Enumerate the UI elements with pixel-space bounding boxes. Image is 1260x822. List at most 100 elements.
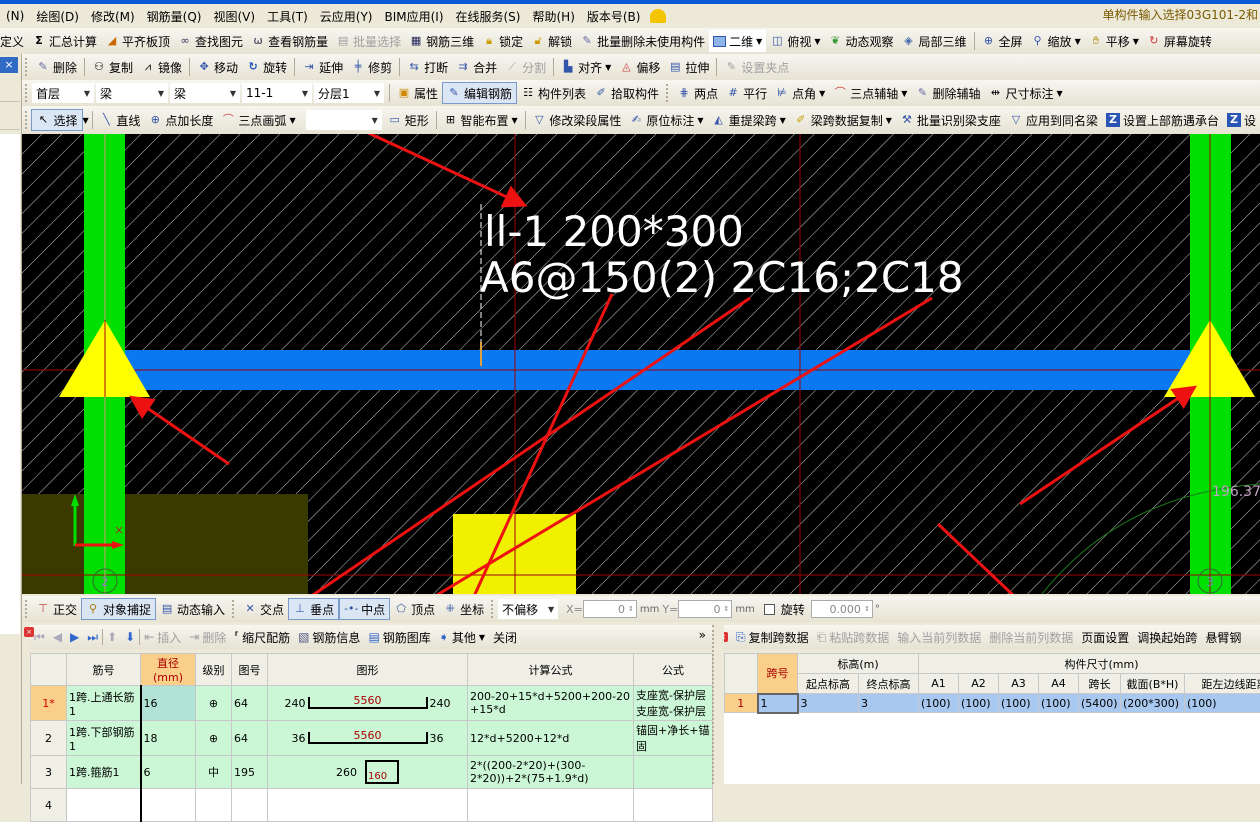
- close-panel-icon[interactable]: ×: [30, 627, 34, 637]
- a3-cell[interactable]: (100): [999, 694, 1039, 713]
- formula-desc-cell[interactable]: 锚固+净长+锚固: [634, 721, 713, 756]
- row-number[interactable]: 4: [31, 789, 67, 822]
- row-number[interactable]: 1: [725, 694, 758, 713]
- rebar-3d-button[interactable]: ▦钢筋三维: [405, 30, 478, 52]
- shape-cell[interactable]: 2405560240: [268, 686, 468, 721]
- nav-tree[interactable]: [0, 134, 20, 634]
- col-header-section[interactable]: 截面(B*H): [1121, 674, 1185, 694]
- parallel-axis-button[interactable]: #平行: [722, 82, 771, 104]
- pan-dropdown[interactable]: ✋︎平移▼: [1085, 30, 1143, 52]
- helmet-icon[interactable]: [650, 9, 666, 23]
- toolbar-grip[interactable]: [25, 58, 29, 76]
- align-slab-top-button[interactable]: ◢平齐板顶: [101, 30, 174, 52]
- rotate-angle-input[interactable]: 0.000⇕: [811, 600, 873, 618]
- formula-desc-cell[interactable]: 支座宽-保护层 支座宽-保护层: [634, 686, 713, 721]
- paste-span-data-button[interactable]: ⎗粘贴跨数据: [813, 629, 894, 646]
- page-setup-button[interactable]: 页面设置: [1077, 629, 1133, 646]
- define-button[interactable]: 定义: [0, 30, 28, 52]
- align-dropdown[interactable]: ▙对齐▼: [557, 56, 615, 78]
- span-length-cell[interactable]: (5400): [1079, 694, 1121, 713]
- dynamic-input-toggle[interactable]: ▤动态输入: [156, 598, 229, 620]
- more-chevron-icon[interactable]: »: [699, 628, 706, 642]
- lock-button[interactable]: 🔒︎锁定: [478, 30, 527, 52]
- arc-options-select[interactable]: ▼: [306, 110, 382, 130]
- break-button[interactable]: ⇆打断: [403, 56, 452, 78]
- unlock-button[interactable]: 🔓︎解锁: [527, 30, 576, 52]
- modify-beam-segment-button[interactable]: ▽修改梁段属性: [528, 109, 625, 131]
- menu-item-bim[interactable]: BIM应用(I): [378, 8, 449, 25]
- three-point-arc-dropdown[interactable]: ⌒三点画弧▼: [217, 109, 299, 131]
- prev-record-button[interactable]: ◀: [49, 630, 66, 644]
- col-header-left-edge-dist[interactable]: 距左边线距离: [1185, 674, 1260, 694]
- menu-item-view[interactable]: 视图(V): [207, 8, 261, 25]
- other-dropdown[interactable]: ➧其他▼: [435, 629, 489, 646]
- rebar-name-cell[interactable]: 1跨.下部钢筋1: [67, 721, 141, 756]
- col-header-diameter[interactable]: 直径(mm): [141, 654, 196, 686]
- close-icon[interactable]: ×: [0, 57, 18, 73]
- rectangle-button[interactable]: ▭矩形: [384, 109, 433, 131]
- delete-axis-button[interactable]: ✎删除辅轴: [911, 82, 984, 104]
- object-snap-toggle[interactable]: ⚲对象捕捉: [81, 598, 156, 620]
- rebar-name-cell[interactable]: 1跨.上通长筋1: [67, 686, 141, 721]
- col-header-span-length[interactable]: 跨长: [1079, 674, 1121, 694]
- panel-splitter[interactable]: [712, 625, 724, 784]
- col-header-rebar-name[interactable]: 筋号: [67, 654, 141, 686]
- select-button[interactable]: ↖选择: [31, 109, 82, 131]
- coordinate-snap[interactable]: ⁜坐标: [439, 598, 488, 620]
- orbit-button[interactable]: ❦动态观察: [825, 30, 898, 52]
- stretch-button[interactable]: ▤拉伸: [664, 56, 713, 78]
- table-row[interactable]: 1 1 3 3 (100) (100) (100) (100) (5400) (…: [725, 694, 1260, 713]
- col-header-a3[interactable]: A3: [999, 674, 1039, 694]
- merge-button[interactable]: ⇉合并: [452, 56, 501, 78]
- formula-cell[interactable]: 200-20+15*d+5200+200-20+15*d: [468, 686, 634, 721]
- nav-tab[interactable]: [0, 76, 20, 102]
- col-header-start-elev[interactable]: 起点标高: [798, 674, 859, 694]
- toolbar-grip[interactable]: [666, 84, 670, 102]
- apply-same-name-beam-button[interactable]: ▽应用到同名梁: [1005, 109, 1102, 131]
- formula-cell[interactable]: 12*d+5200+12*d: [468, 721, 634, 756]
- re-extract-span-dropdown[interactable]: ◭重提梁跨▼: [708, 109, 790, 131]
- point-angle-dropdown[interactable]: ⊭点角▼: [771, 82, 829, 104]
- drawing-canvas[interactable]: 196.37 2 3 × ll-1 200*300 A6@150(2) 2C16…: [22, 134, 1260, 594]
- offset-mode-select[interactable]: 不偏移▼: [498, 599, 558, 619]
- find-element-button[interactable]: ∞查找图元: [174, 30, 247, 52]
- col-header-formula[interactable]: 计算公式: [468, 654, 634, 686]
- table-row[interactable]: 4: [31, 789, 713, 822]
- input-current-column-button[interactable]: 输入当前列数据: [893, 629, 985, 646]
- top-view-dropdown[interactable]: ◫俯视▼: [766, 30, 824, 52]
- a4-cell[interactable]: (100): [1039, 694, 1079, 713]
- col-header-grade[interactable]: 级别: [196, 654, 232, 686]
- cantilever-rebar-button[interactable]: 悬臂钢: [1201, 629, 1245, 646]
- nav-tab[interactable]: [0, 104, 20, 130]
- offset-button[interactable]: ◬偏移: [615, 56, 664, 78]
- spinner-icon[interactable]: ⇕: [723, 605, 729, 613]
- span-no-cell[interactable]: 1: [758, 694, 798, 713]
- menu-item-online[interactable]: 在线服务(S): [450, 8, 527, 25]
- midpoint-snap[interactable]: -•-中点: [339, 598, 390, 620]
- three-point-axis-dropdown[interactable]: ⌒三点辅轴▼: [829, 82, 911, 104]
- extend-button[interactable]: ⇥延伸: [298, 56, 347, 78]
- smart-layout-dropdown[interactable]: ⊞智能布置▼: [439, 109, 521, 131]
- section-cell[interactable]: (200*300): [1121, 694, 1185, 713]
- a1-cell[interactable]: (100): [919, 694, 959, 713]
- table-row[interactable]: 2 1跨.下部钢筋1 18 ⊕ 64 36556036 12*d+5200+12…: [31, 721, 713, 756]
- move-button[interactable]: ✥移动: [193, 56, 242, 78]
- batch-identify-support-button[interactable]: ⚒批量识别梁支座: [896, 109, 1005, 131]
- toolbar-grip[interactable]: [25, 84, 29, 102]
- col-header-shape[interactable]: 图形: [268, 654, 468, 686]
- layer-select[interactable]: 分层1▼: [314, 83, 384, 103]
- type-select[interactable]: 梁▼: [170, 83, 240, 103]
- menu-item-tools[interactable]: 工具(T): [261, 8, 314, 25]
- x-coordinate-input[interactable]: 0⇕: [583, 600, 637, 618]
- empty-cell[interactable]: [141, 789, 196, 822]
- copy-span-data-button[interactable]: ⎘复制跨数据: [732, 629, 813, 646]
- menu-item-rebar-qty[interactable]: 钢筋量(Q): [141, 8, 208, 25]
- empty-cell[interactable]: [634, 789, 713, 822]
- floor-select[interactable]: 首层▼: [32, 83, 94, 103]
- move-up-button[interactable]: ⬆: [103, 630, 121, 644]
- toolbar-grip[interactable]: [232, 600, 236, 618]
- properties-button[interactable]: ▣属性: [393, 82, 442, 104]
- scale-rebar-button[interactable]: ⸢缩尺配筋: [230, 629, 294, 646]
- set-more-button[interactable]: Z设: [1223, 109, 1260, 131]
- two-point-axis-button[interactable]: ⋕两点: [673, 82, 722, 104]
